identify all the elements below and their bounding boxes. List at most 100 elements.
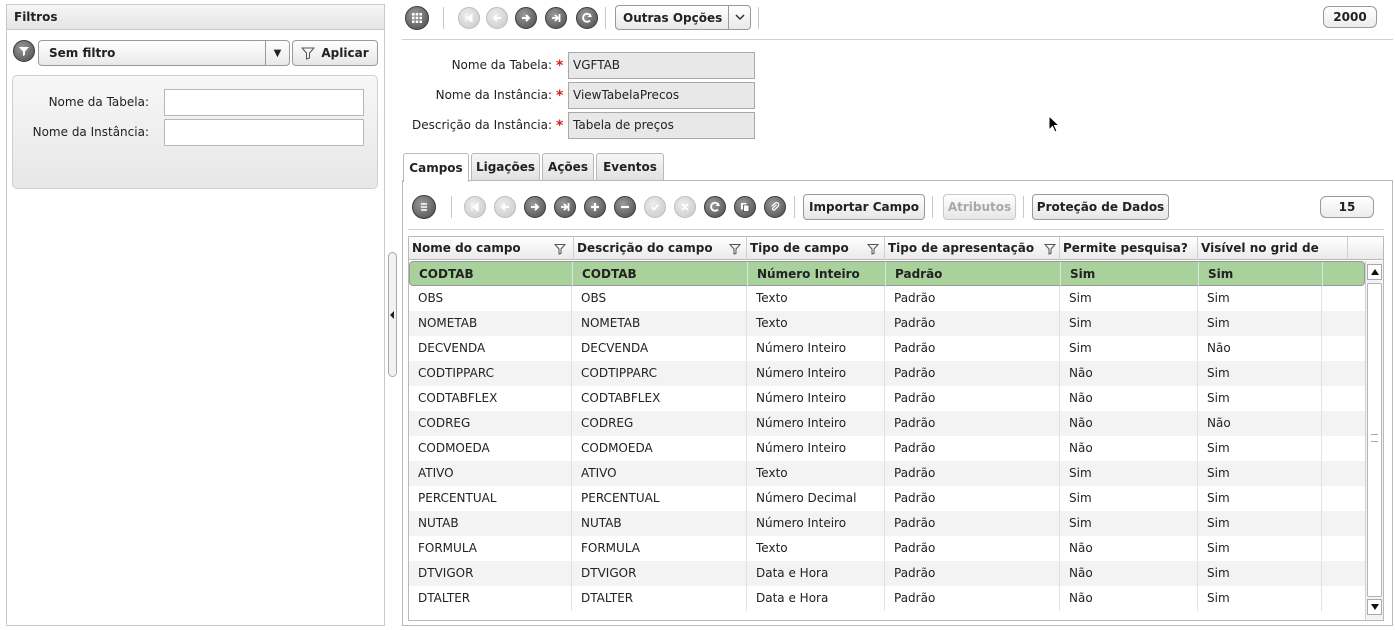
collapse-left-icon[interactable]: [389, 310, 396, 320]
data-protection-button[interactable]: Proteção de Dados: [1032, 194, 1169, 220]
last-record-icon[interactable]: [545, 7, 567, 29]
refresh-grid-icon[interactable]: [704, 196, 726, 218]
table-row[interactable]: DTALTER DTALTER Data e Hora Padrão Não Sim: [409, 586, 1365, 611]
tab-ligacoes[interactable]: Ligações: [471, 153, 540, 180]
grid-header: Nome do campo Descrição do campo Tipo de…: [409, 237, 1383, 260]
cell-field-description: CODREG: [572, 411, 747, 436]
scroll-down-arrow[interactable]: [1367, 599, 1382, 615]
filter-icon[interactable]: [13, 40, 35, 62]
cell-searchable: Sim: [1060, 311, 1198, 336]
next-record-icon[interactable]: [515, 7, 537, 29]
table-row[interactable]: DECVENDA DECVENDA Número Inteiro Padrão Sim N…: [409, 336, 1365, 361]
cell-field-type: Data e Hora: [747, 586, 885, 611]
cell-searchable: Sim: [1060, 486, 1198, 511]
cell-field-name: ATIVO: [409, 461, 572, 486]
tab-campos[interactable]: Campos: [403, 153, 469, 182]
scroll-thumb[interactable]: [1367, 283, 1382, 597]
instance-description-field[interactable]: Tabela de preços: [568, 112, 755, 139]
table-row[interactable]: PERCENTUAL PERCENTUAL Número Decimal Padrão…: [409, 486, 1365, 511]
remove-icon[interactable]: [614, 196, 636, 218]
cell-field-name: CODTAB: [410, 262, 573, 287]
cell-grid-visible: Sim: [1198, 536, 1322, 561]
column-header-searchable[interactable]: Permite pesquisa?: [1060, 237, 1198, 260]
cell-grid-visible: Sim: [1198, 361, 1322, 386]
table-name-field[interactable]: VGFTAB: [568, 52, 755, 79]
table-row[interactable]: ATIVO ATIVO Texto Padrão Sim Sim: [409, 461, 1365, 486]
list-options-icon[interactable]: [412, 195, 436, 219]
table-row[interactable]: DTVIGOR DTVIGOR Data e Hora Padrão Não Sim: [409, 561, 1365, 586]
cell-field-type: Texto: [747, 311, 885, 336]
cell-field-description: NUTAB: [572, 511, 747, 536]
tab-acoes[interactable]: Ações: [542, 153, 594, 180]
copy-icon[interactable]: [734, 196, 756, 218]
refresh-icon[interactable]: [576, 7, 598, 29]
cell-field-description: DTVIGOR: [572, 561, 747, 586]
filter-instance-name-input[interactable]: [164, 119, 364, 146]
column-header-grid-visible[interactable]: Visível no grid de: [1198, 237, 1348, 260]
table-row[interactable]: CODTAB CODTAB Número Inteiro Padrão Sim Sim: [409, 261, 1365, 287]
page-size-badge: 15: [1320, 196, 1374, 218]
scroll-up-arrow[interactable]: [1367, 264, 1382, 280]
import-field-button[interactable]: Importar Campo: [803, 194, 925, 220]
cell-field-description: PERCENTUAL: [572, 486, 747, 511]
instance-name-field[interactable]: ViewTabelaPrecos: [568, 82, 755, 109]
filter-select-value: Sem filtro: [49, 46, 116, 60]
cell-grid-visible: Sim: [1198, 461, 1322, 486]
column-filter-icon[interactable]: [729, 243, 741, 255]
table-row[interactable]: FORMULA FORMULA Texto Padrão Não Sim: [409, 536, 1365, 561]
attributes-button: Atributos: [943, 194, 1016, 220]
cell-field-type: Data e Hora: [747, 561, 885, 586]
filter-select[interactable]: Sem filtro ▼: [38, 40, 290, 66]
table-row[interactable]: CODTIPPARC CODTIPPARC Número Inteiro Padrão…: [409, 361, 1365, 386]
grid-view-icon[interactable]: [405, 6, 429, 30]
cell-presentation-type: Padrão: [885, 511, 1060, 536]
filter-table-name-input[interactable]: [164, 89, 364, 116]
cell-searchable: Não: [1060, 386, 1198, 411]
cell-searchable: Sim: [1061, 262, 1199, 287]
cell-grid-visible: Não: [1198, 411, 1322, 436]
column-header-field-description[interactable]: Descrição do campo: [574, 237, 747, 260]
vertical-scrollbar[interactable]: [1365, 261, 1383, 620]
first-row-icon: [464, 196, 486, 218]
table-row[interactable]: CODMOEDA CODMOEDA Número Inteiro Padrão Não S…: [409, 436, 1365, 461]
cell-searchable: Sim: [1060, 461, 1198, 486]
last-row-icon[interactable]: [554, 196, 576, 218]
attachment-icon[interactable]: [764, 196, 786, 218]
chevron-down-icon[interactable]: [728, 6, 750, 29]
table-row[interactable]: NOMETAB NOMETAB Texto Padrão Sim Sim: [409, 311, 1365, 336]
cell-field-name: NUTAB: [409, 511, 572, 536]
cell-field-description: CODTABFLEX: [572, 386, 747, 411]
mouse-cursor-icon: [1048, 115, 1061, 133]
column-header-field-name[interactable]: Nome do campo: [409, 237, 574, 260]
more-options-dropdown[interactable]: Outras Opções: [615, 5, 751, 30]
column-filter-icon[interactable]: [1044, 243, 1056, 255]
cell-searchable: Não: [1060, 536, 1198, 561]
column-header-field-type[interactable]: Tipo de campo: [747, 237, 885, 260]
table-row[interactable]: CODTABFLEX CODTABFLEX Número Inteiro Padrão…: [409, 386, 1365, 411]
instance-name-label: Nome da Instância:: [435, 88, 552, 102]
record-count-badge: 2000: [1323, 6, 1377, 28]
table-row[interactable]: NUTAB NUTAB Número Inteiro Padrão Sim Sim: [409, 511, 1365, 536]
panel-splitter[interactable]: [388, 252, 397, 377]
chevron-down-icon[interactable]: ▼: [265, 41, 289, 65]
table-row[interactable]: OBS OBS Texto Padrão Sim Sim: [409, 286, 1365, 311]
column-filter-icon[interactable]: [867, 243, 879, 255]
tab-eventos[interactable]: Eventos: [596, 153, 664, 180]
cell-field-type: Número Inteiro: [748, 262, 886, 287]
cell-grid-visible: Sim: [1198, 586, 1322, 611]
cell-grid-visible: Sim: [1198, 286, 1322, 311]
column-filter-icon[interactable]: [554, 243, 566, 255]
table-row[interactable]: CODREG CODREG Número Inteiro Padrão Não Não: [409, 411, 1365, 436]
cell-field-description: DTALTER: [572, 586, 747, 611]
add-icon[interactable]: [584, 196, 606, 218]
fields-grid: Nome do campo Descrição do campo Tipo de…: [408, 236, 1384, 621]
column-header-presentation-type[interactable]: Tipo de apresentação: [885, 237, 1060, 260]
cancel-icon: [674, 196, 696, 218]
previous-record-icon: [486, 7, 508, 29]
filters-title: Filtros: [7, 5, 384, 30]
cell-field-name: PERCENTUAL: [409, 486, 572, 511]
apply-filter-button[interactable]: Aplicar: [292, 40, 378, 66]
next-row-icon[interactable]: [524, 196, 546, 218]
cell-presentation-type: Padrão: [885, 336, 1060, 361]
cell-field-name: CODTIPPARC: [409, 361, 572, 386]
